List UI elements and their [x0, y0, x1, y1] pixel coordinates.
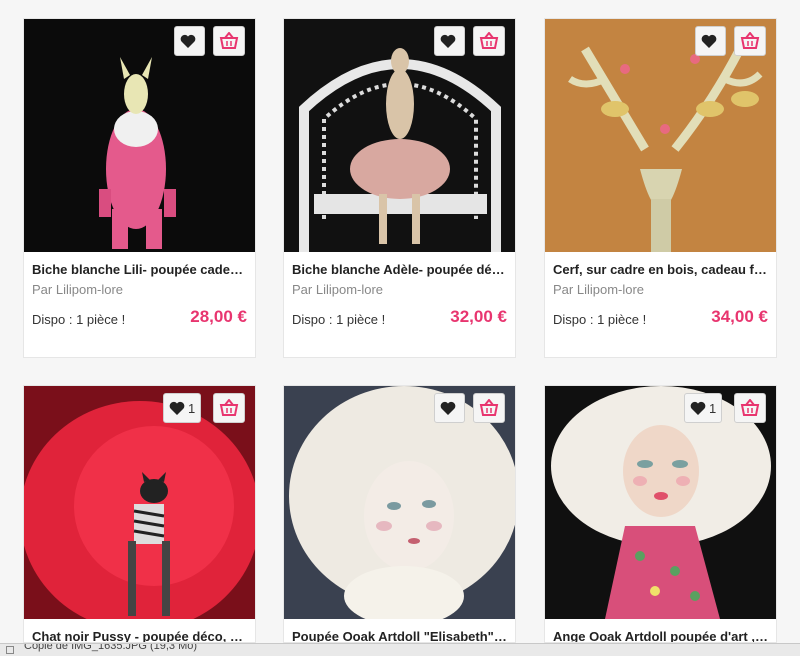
- heart-icon: [440, 34, 456, 48]
- heart-icon: [169, 401, 185, 415]
- status-bar: Copie de IMG_1635.JPG (19,3 Mo): [0, 643, 800, 656]
- availability-text: Dispo : 1 pièce !: [32, 311, 126, 327]
- product-card[interactable]: Poupée Ooak Artdoll "Elisabeth" p...: [283, 385, 516, 643]
- product-title[interactable]: Cerf, sur cadre en bois, cadeau fêt...: [553, 262, 768, 277]
- add-to-basket-button[interactable]: [213, 393, 245, 423]
- expand-icon[interactable]: [6, 646, 14, 654]
- product-author[interactable]: Par Lilipom-lore: [553, 282, 768, 297]
- product-photo[interactable]: 1: [545, 386, 776, 619]
- basket-icon: [219, 32, 239, 49]
- basket-icon: [740, 32, 760, 49]
- availability-text: Dispo : 1 pièce !: [553, 311, 647, 327]
- product-price: 32,00 €: [450, 307, 507, 326]
- heart-icon: [180, 34, 196, 48]
- product-title[interactable]: Ange Ooak Artdoll poupée d'art , c...: [553, 629, 768, 642]
- product-photo[interactable]: [284, 386, 515, 619]
- heart-icon: [440, 401, 456, 415]
- product-grid: Biche blanche Lili- poupée cadeau ... Pa…: [0, 0, 800, 643]
- like-button[interactable]: 1: [163, 393, 202, 423]
- product-title[interactable]: Biche blanche Lili- poupée cadeau ...: [32, 262, 247, 277]
- basket-icon: [219, 399, 239, 416]
- product-photo[interactable]: [24, 19, 255, 252]
- product-price: 34,00 €: [711, 307, 768, 326]
- like-button[interactable]: [434, 26, 465, 56]
- basket-icon: [479, 399, 499, 416]
- product-title[interactable]: Poupée Ooak Artdoll "Elisabeth" p...: [292, 629, 507, 642]
- product-card[interactable]: Biche blanche Lili- poupée cadeau ... Pa…: [23, 18, 256, 358]
- like-button[interactable]: 1: [684, 393, 723, 423]
- product-photo[interactable]: [545, 19, 776, 252]
- product-card[interactable]: 1 Ange Ooak Artdoll poupée d'art , c...: [544, 385, 777, 643]
- product-photo[interactable]: [284, 19, 515, 252]
- product-title[interactable]: Biche blanche Adèle- poupée déco...: [292, 262, 507, 277]
- add-to-basket-button[interactable]: [734, 393, 766, 423]
- product-title[interactable]: Chat noir Pussy - poupée déco, cad...: [32, 629, 247, 642]
- add-to-basket-button[interactable]: [734, 26, 766, 56]
- product-meta: Dispo : 1 pièce ! 32,00 €: [292, 307, 507, 327]
- like-count: 1: [709, 400, 717, 416]
- product-card[interactable]: Biche blanche Adèle- poupée déco... Par …: [283, 18, 516, 358]
- add-to-basket-button[interactable]: [213, 26, 245, 56]
- product-author[interactable]: Par Lilipom-lore: [292, 282, 507, 297]
- status-text: Copie de IMG_1635.JPG (19,3 Mo): [24, 643, 198, 652]
- product-meta: Dispo : 1 pièce ! 28,00 €: [32, 307, 247, 327]
- product-meta: Dispo : 1 pièce ! 34,00 €: [553, 307, 768, 327]
- like-button[interactable]: [695, 26, 726, 56]
- add-to-basket-button[interactable]: [473, 393, 505, 423]
- product-card[interactable]: 1 Chat noir Pussy - poupée déco, cad...: [23, 385, 256, 643]
- availability-text: Dispo : 1 pièce !: [292, 311, 386, 327]
- heart-icon: [690, 401, 706, 415]
- like-button[interactable]: [174, 26, 205, 56]
- product-card[interactable]: Cerf, sur cadre en bois, cadeau fêt... P…: [544, 18, 777, 358]
- like-button[interactable]: [434, 393, 465, 423]
- product-author[interactable]: Par Lilipom-lore: [32, 282, 247, 297]
- basket-icon: [740, 399, 760, 416]
- heart-icon: [701, 34, 717, 48]
- product-price: 28,00 €: [190, 307, 247, 326]
- basket-icon: [479, 32, 499, 49]
- product-photo[interactable]: 1: [24, 386, 255, 619]
- like-count: 1: [188, 400, 196, 416]
- add-to-basket-button[interactable]: [473, 26, 505, 56]
